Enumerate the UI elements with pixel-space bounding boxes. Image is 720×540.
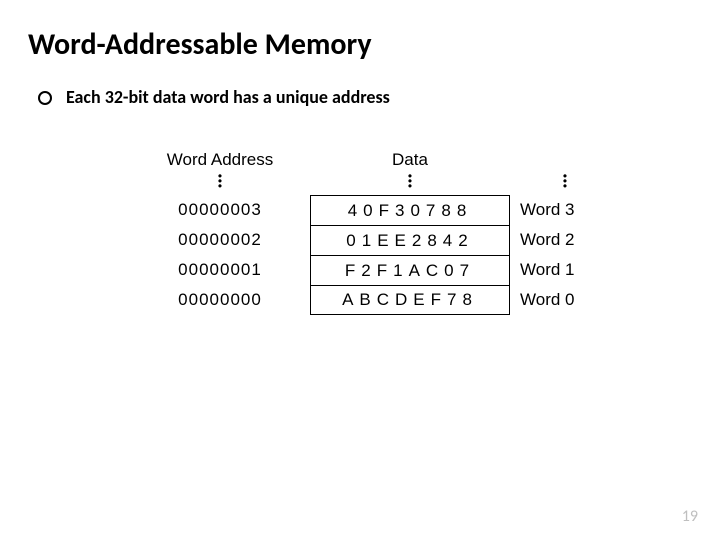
table-row: 00000001 F2F1AC07 Word 1: [140, 255, 610, 285]
address-cell: 00000002: [140, 230, 300, 250]
vdots-icon: •••: [520, 174, 610, 189]
page-number: 19: [682, 507, 698, 526]
data-cell: ABCDEF78: [310, 285, 510, 315]
vdots-row: ••• ••• •••: [140, 174, 610, 189]
address-cell: 00000001: [140, 260, 300, 280]
address-cell: 00000000: [140, 290, 300, 310]
data-cell: 01EE2842: [310, 225, 510, 255]
word-label: Word 0: [520, 290, 610, 310]
word-label: Word 1: [520, 260, 610, 280]
vdots-icon: •••: [310, 174, 510, 189]
diagram-headers: Word Address Data: [140, 150, 610, 170]
memory-diagram: Word Address Data ••• ••• ••• 00000003 4…: [140, 150, 610, 315]
word-label: Word 3: [520, 200, 610, 220]
header-address: Word Address: [140, 150, 300, 170]
data-cell: 40F30788: [310, 195, 510, 225]
header-data: Data: [310, 150, 510, 170]
data-cell: F2F1AC07: [310, 255, 510, 285]
bullet-text: Each 32-bit data word has a unique addre…: [66, 86, 390, 108]
table-row: 00000002 01EE2842 Word 2: [140, 225, 610, 255]
table-row: 00000000 ABCDEF78 Word 0: [140, 285, 610, 315]
slide-title: Word-Addressable Memory: [28, 26, 372, 63]
bullet-item: Each 32-bit data word has a unique addre…: [38, 86, 390, 108]
address-cell: 00000003: [140, 200, 300, 220]
bullet-icon: [38, 91, 52, 105]
word-label: Word 2: [520, 230, 610, 250]
vdots-icon: •••: [140, 174, 300, 189]
slide: Word-Addressable Memory Each 32-bit data…: [0, 0, 720, 540]
table-row: 00000003 40F30788 Word 3: [140, 195, 610, 225]
